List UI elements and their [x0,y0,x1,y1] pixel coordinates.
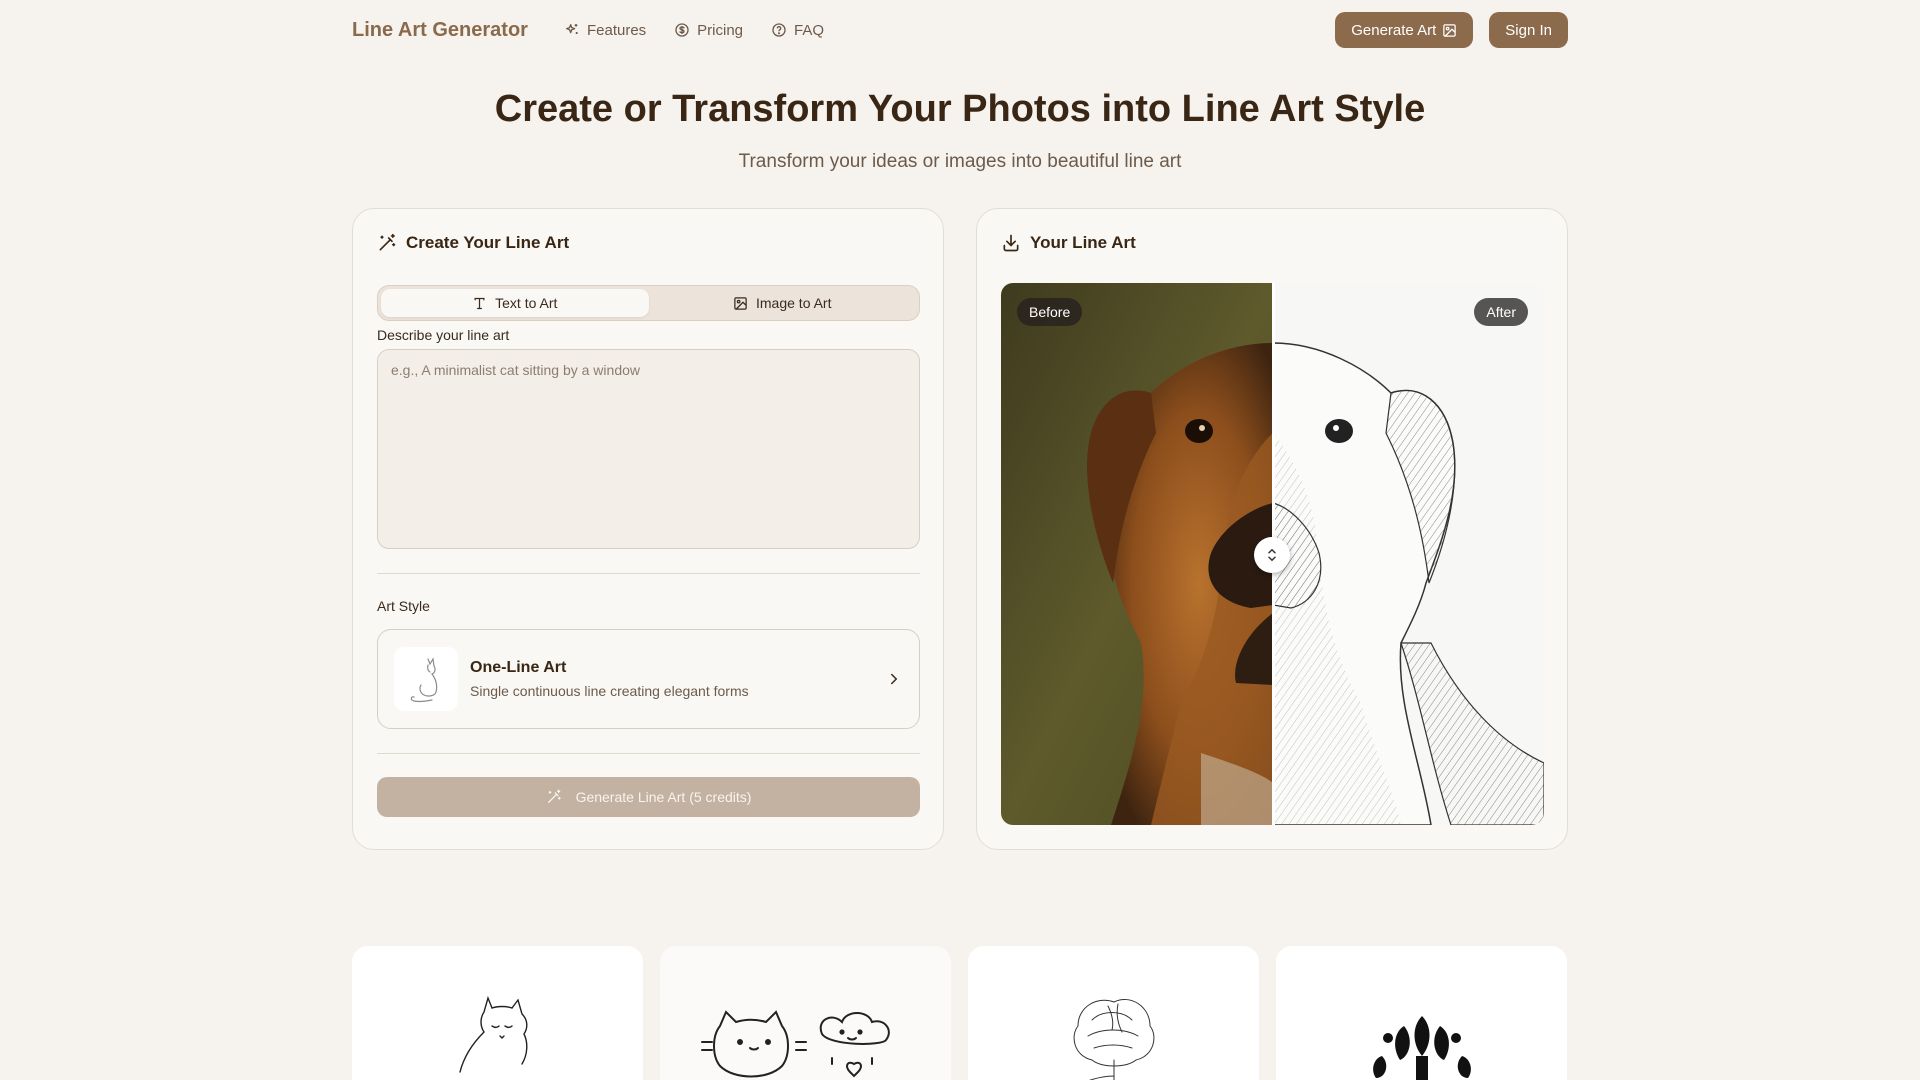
before-after-slider[interactable]: Before After [1001,283,1544,825]
help-circle-icon [772,23,786,37]
art-style-selector[interactable]: One-Line Art Single continuous line crea… [377,629,920,729]
mode-tabs: Text to Art Image to Art [377,285,920,321]
style-thumbnail [394,647,458,711]
peony-sketch-thumbnail [1073,999,1155,1080]
chevrons-up-down-icon [1268,548,1276,562]
nav-features[interactable]: Features [564,22,646,39]
prompt-label: Describe your line art [377,327,510,343]
style-info: One-Line Art Single continuous line crea… [470,659,749,699]
result-card-title: Your Line Art [1030,233,1136,252]
image-icon [1443,23,1457,37]
download-icon [1003,234,1019,252]
create-card-title: Create Your Line Art [406,233,570,252]
cat-line-art-thumbnail [459,995,528,1073]
generate-line-art-button[interactable]: Generate Line Art (5 credits) [377,777,920,817]
art-style-label: Art Style [377,598,430,614]
page-title: Create or Transform Your Photos into Lin… [494,88,1426,130]
nav-features-label: Features [586,21,647,39]
slider-handle[interactable] [1254,537,1290,573]
magic-wand-icon [547,789,561,803]
gallery-item[interactable] [660,946,951,1080]
divider [377,573,920,574]
style-name: One-Line Art [470,659,567,676]
page-subtitle: Transform your ideas or images into beau… [738,151,1182,172]
generate-art-button[interactable]: Generate Art [1335,12,1474,48]
after-label: After [1474,298,1528,326]
magic-wand-icon [379,233,396,251]
sparkles-icon [565,24,578,34]
image-icon [734,296,747,310]
create-card-header: Create Your Line Art [377,233,569,253]
result-card-header: Your Line Art [1001,233,1136,253]
nav-pricing-label: Pricing [697,21,744,39]
sign-in-label: Sign In [1505,21,1552,39]
sign-in-button[interactable]: Sign In [1489,12,1568,48]
generate-line-art-label: Generate Line Art (5 credits) [575,789,752,805]
before-label: Before [1017,298,1083,326]
nav-faq[interactable]: FAQ [771,22,824,39]
dollar-circle-icon [675,23,689,37]
generate-art-label: Generate Art [1351,21,1437,39]
cat-line-art-icon [410,657,438,703]
tab-text-to-art-label: Text to Art [495,295,558,311]
prompt-input[interactable] [377,349,920,549]
cat-and-cloud-doodle-thumbnail [701,1010,890,1078]
tab-image-to-art-label: Image to Art [756,295,832,311]
tab-text-to-art[interactable]: Text to Art [381,289,649,317]
top-nav: Line Art Generator Features Pricing FAQ … [352,0,1568,60]
chevron-right-icon [891,673,898,685]
nav-pricing[interactable]: Pricing [674,22,743,39]
nav-actions: Generate Art Sign In [1335,12,1568,48]
folk-tulip-silhouette-thumbnail [1373,1016,1471,1080]
result-card: Your Line Art Before After [976,208,1568,850]
tab-image-to-art[interactable]: Image to Art [649,289,917,317]
gallery-item[interactable] [968,946,1259,1080]
nav-faq-label: FAQ [794,21,825,39]
gallery-item[interactable] [352,946,643,1080]
type-icon [474,297,485,309]
brand-logo[interactable]: Line Art Generator [352,19,528,42]
create-card: Create Your Line Art Text to Art Image t… [352,208,944,850]
divider [377,753,920,754]
style-description: Single continuous line creating elegant … [470,683,749,699]
gallery-item[interactable] [1276,946,1567,1080]
